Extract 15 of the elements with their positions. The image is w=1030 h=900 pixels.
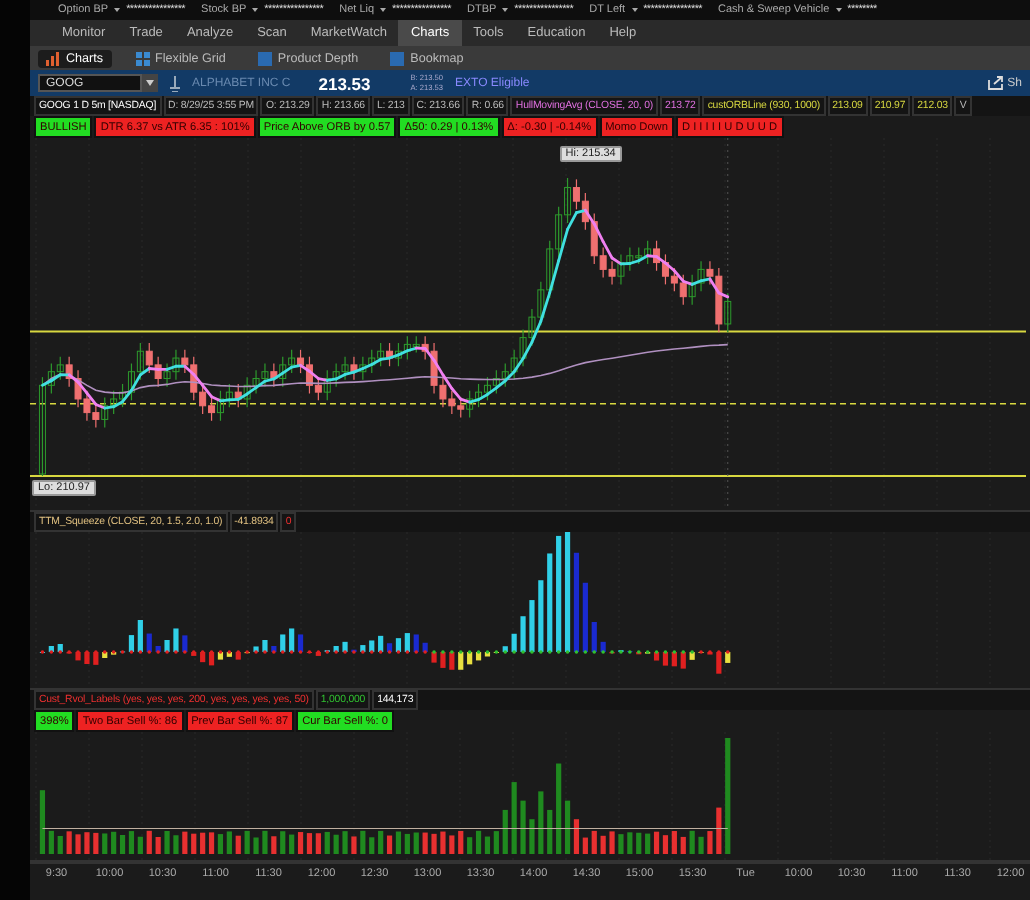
caret-icon [631,8,638,12]
caret-icon [502,8,509,12]
square-icon [390,51,405,65]
share-icon[interactable] [987,76,1004,90]
caret-icon [252,8,259,12]
square-icon [257,51,272,65]
caret-icon [835,8,842,12]
dropdown-button[interactable] [142,74,158,92]
caret-icon [114,8,121,12]
caret-icon [380,8,387,12]
caret-icon [146,80,154,86]
link-icon[interactable] [170,75,180,91]
last-price: 213.53 [318,73,371,93]
grid-icon [135,51,150,65]
bar-chart-icon [46,51,60,65]
